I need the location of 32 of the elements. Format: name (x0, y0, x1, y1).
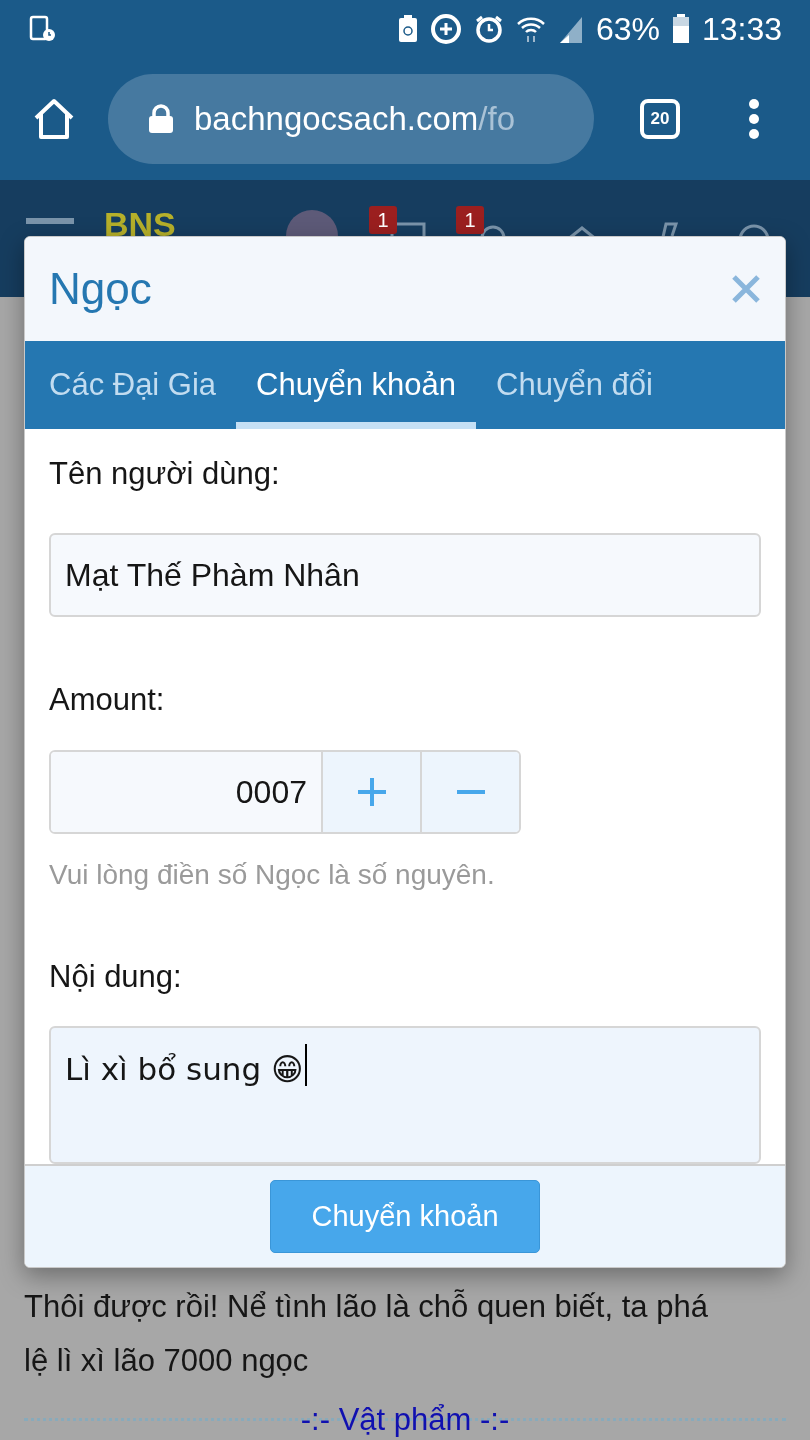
post-text: Thôi được rồi! Nể tình lão là chỗ quen biết, ta phá lệ lì xì lão 7000 ngọc (24, 1288, 709, 1380)
tab[interactable]: Các Đại Gia (29, 340, 237, 429)
close-icon[interactable] (731, 273, 761, 304)
battery-percent: 63% (595, 10, 660, 49)
dialog-title: Ngọc (49, 262, 153, 315)
section-link[interactable]: -:- Vật phẩm -:- (300, 1397, 510, 1438)
url-text: bachngocsach.com/fo (194, 99, 516, 140)
notification-badge: 1 (369, 206, 397, 234)
message-field[interactable]: Lì xì bổ sung 😁 (49, 1026, 761, 1165)
alarm-icon (473, 14, 504, 44)
data-saver-icon (429, 13, 462, 45)
text-cursor (305, 1044, 308, 1087)
home-icon[interactable] (32, 98, 76, 140)
username-field[interactable]: Mạt Thế Phàm Nhân (49, 533, 761, 618)
battery-icon (671, 14, 690, 44)
lock-icon (148, 104, 174, 134)
more-icon[interactable] (748, 99, 760, 139)
tab[interactable]: Chuyển đổi (476, 340, 673, 429)
message-text: Lì xì bổ sung 😁 (65, 1050, 304, 1090)
tab[interactable]: Chuyển khoản (236, 340, 477, 429)
hint-text: Vui lòng điền số Ngọc là số nguyên. (49, 857, 496, 892)
field-label: Nội dung: (49, 957, 183, 996)
tab-count[interactable]: 20 (640, 99, 680, 139)
battery-saver-icon (397, 15, 418, 43)
notification-badge: 1 (456, 206, 484, 234)
screen-timer-icon (28, 14, 58, 44)
field-label: Amount: (49, 681, 166, 720)
url-field[interactable]: bachngocsach.com/fo (108, 74, 594, 164)
signal-icon (557, 15, 584, 43)
field-label: Tên người dùng: (49, 454, 281, 493)
clock: 13:33 (701, 10, 782, 49)
transfer-button[interactable]: Chuyển khoản (270, 1180, 540, 1254)
